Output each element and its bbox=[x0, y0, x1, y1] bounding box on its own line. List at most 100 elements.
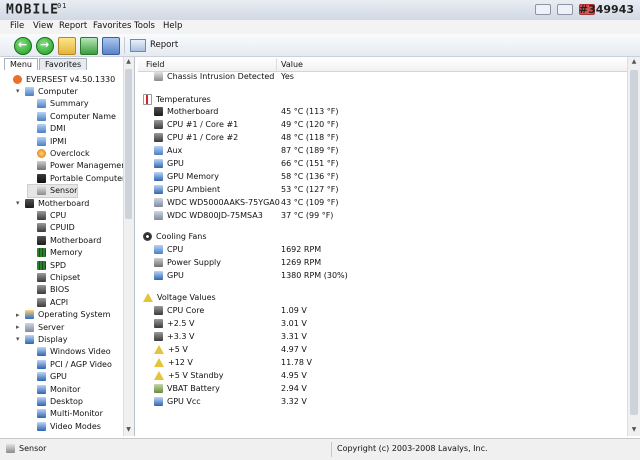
expand-toggle-icon[interactable]: ▾ bbox=[16, 87, 25, 95]
forward-icon[interactable] bbox=[36, 37, 54, 55]
tree-item[interactable]: ACPI bbox=[28, 296, 68, 308]
scroll-down-icon[interactable]: ▼ bbox=[630, 426, 638, 433]
up-folder-icon[interactable] bbox=[58, 37, 76, 55]
column-divider[interactable] bbox=[276, 58, 277, 71]
scroll-up-icon[interactable]: ▲ bbox=[125, 58, 132, 66]
back-icon[interactable] bbox=[14, 37, 32, 55]
tree-item[interactable]: Sensor bbox=[26, 183, 79, 198]
field-cell: Temperatures bbox=[143, 93, 211, 105]
tree-item[interactable]: PCI / AGP Video bbox=[28, 358, 112, 370]
field-cell: +2.5 V bbox=[154, 318, 194, 328]
tree-item[interactable]: CPUID bbox=[28, 222, 75, 234]
tree-item[interactable]: Overclock bbox=[28, 147, 90, 159]
tab-menu[interactable]: Menu bbox=[4, 58, 38, 70]
table-row[interactable]: +12 V 11.78 V bbox=[138, 357, 627, 370]
tree-item[interactable]: DMI bbox=[28, 123, 65, 135]
tree-item[interactable]: ▸ Server bbox=[16, 321, 64, 333]
tree-item[interactable]: BIOS bbox=[28, 284, 69, 296]
tree-item[interactable]: Chipset bbox=[28, 271, 80, 283]
tree-item[interactable]: Motherboard bbox=[28, 234, 101, 246]
tree-item[interactable]: Monitor bbox=[28, 383, 80, 395]
menu-file[interactable]: File bbox=[10, 21, 24, 31]
table-row[interactable]: GPU 1380 RPM (30%) bbox=[138, 271, 627, 283]
tab-favorites[interactable]: Favorites bbox=[38, 58, 88, 70]
table-row[interactable]: Chassis Intrusion Detected Yes bbox=[138, 72, 627, 84]
value-cell: 1.09 V bbox=[281, 305, 307, 315]
tree-item[interactable]: ▾ Motherboard bbox=[16, 197, 89, 209]
chip-icon bbox=[154, 119, 163, 129]
thermometer-icon bbox=[143, 93, 152, 105]
table-row[interactable]: +2.5 V 3.01 V bbox=[138, 318, 627, 331]
table-row[interactable]: Motherboard 45 °C (113 °F) bbox=[138, 106, 627, 119]
section-header[interactable]: Temperatures bbox=[138, 93, 627, 106]
tree-item[interactable]: Power Management bbox=[28, 160, 129, 172]
flame-icon bbox=[37, 148, 46, 158]
table-row[interactable]: +5 V 4.97 V bbox=[138, 344, 627, 357]
column-field-header[interactable]: Field bbox=[146, 60, 164, 69]
maximize-icon[interactable] bbox=[557, 4, 573, 15]
column-value-header[interactable]: Value bbox=[281, 60, 303, 69]
expand-toggle-icon[interactable]: ▾ bbox=[16, 335, 25, 343]
tree-item[interactable]: Windows Video bbox=[28, 346, 111, 358]
tree-item-label: Memory bbox=[50, 248, 83, 258]
menu-report[interactable]: Report bbox=[59, 21, 87, 31]
tree-item[interactable]: ▸ Operating System bbox=[16, 309, 110, 321]
warning-icon bbox=[154, 344, 164, 354]
menu-tools[interactable]: Tools bbox=[134, 21, 155, 31]
table-row[interactable]: CPU #1 / Core #2 48 °C (118 °F) bbox=[138, 132, 627, 145]
tree-item[interactable]: Video Modes bbox=[28, 420, 101, 432]
table-row[interactable]: VBAT Battery 2.94 V bbox=[138, 383, 627, 396]
menu-help[interactable]: Help bbox=[163, 21, 182, 31]
field-cell: GPU Vcc bbox=[154, 396, 201, 406]
right-scroll-thumb[interactable] bbox=[630, 70, 638, 415]
value-cell: 48 °C (118 °F) bbox=[281, 132, 339, 142]
table-row[interactable]: CPU #1 / Core #1 49 °C (120 °F) bbox=[138, 119, 627, 132]
expand-toggle-icon[interactable]: ▸ bbox=[16, 323, 25, 331]
table-row[interactable]: GPU 66 °C (151 °F) bbox=[138, 158, 627, 171]
tree-item[interactable]: GPU bbox=[28, 371, 67, 383]
tree-item[interactable]: Desktop bbox=[28, 395, 83, 407]
field-label: +5 V Standby bbox=[168, 370, 224, 380]
table-row[interactable]: +5 V Standby 4.95 V bbox=[138, 370, 627, 383]
menu-favorites[interactable]: Favorites bbox=[93, 21, 131, 31]
table-row[interactable]: GPU Vcc 3.32 V bbox=[138, 396, 627, 409]
field-label: Aux bbox=[167, 145, 183, 155]
expand-toggle-icon[interactable]: ▸ bbox=[16, 311, 25, 319]
tree-item[interactable]: EVERSEST v4.50.1330 bbox=[4, 73, 115, 85]
menu-view[interactable]: View bbox=[33, 21, 53, 31]
display-icon bbox=[37, 421, 46, 431]
tree-item[interactable]: SPD bbox=[28, 259, 66, 271]
table-row[interactable]: CPU Core 1.09 V bbox=[138, 305, 627, 318]
table-row[interactable]: WDC WD800JD-75MSA3 37 °C (99 °F) bbox=[138, 210, 627, 223]
scroll-up-icon[interactable]: ▲ bbox=[630, 58, 638, 65]
table-row[interactable]: GPU Memory 58 °C (136 °F) bbox=[138, 171, 627, 184]
table-row[interactable]: WDC WD5000AAKS-75YGA0 43 °C (109 °F) bbox=[138, 197, 627, 210]
table-row[interactable]: GPU Ambient 53 °C (127 °F) bbox=[138, 184, 627, 197]
section-header[interactable]: Cooling Fans bbox=[138, 232, 627, 244]
tree-item[interactable]: ▾ Computer bbox=[16, 85, 78, 97]
minimize-icon[interactable] bbox=[535, 4, 551, 15]
table-row[interactable]: +3.3 V 3.31 V bbox=[138, 331, 627, 344]
tree-item-label: Multi-Monitor bbox=[50, 409, 103, 419]
motherboard-icon bbox=[154, 106, 163, 116]
users-icon[interactable] bbox=[102, 37, 120, 55]
tree-item[interactable]: ▾ Display bbox=[16, 333, 68, 345]
right-scrollbar[interactable]: ▲ ▼ bbox=[627, 57, 640, 436]
tree-item[interactable]: Computer Name bbox=[28, 110, 116, 122]
tree-item[interactable]: Portable Computer bbox=[28, 172, 125, 184]
tree-item[interactable]: Summary bbox=[28, 98, 89, 110]
tree-item[interactable]: CPU bbox=[28, 209, 66, 221]
report-button[interactable]: Report bbox=[130, 37, 178, 53]
left-scroll-thumb[interactable] bbox=[125, 69, 132, 219]
expand-toggle-icon[interactable]: ▾ bbox=[16, 199, 25, 207]
scroll-down-icon[interactable]: ▼ bbox=[125, 426, 132, 434]
left-scrollbar[interactable]: ▲ ▼ bbox=[123, 57, 134, 436]
tree-item[interactable]: IPMI bbox=[28, 135, 66, 147]
section-header[interactable]: Voltage Values bbox=[138, 292, 627, 305]
tree-item[interactable]: Multi-Monitor bbox=[28, 408, 103, 420]
table-row[interactable]: Power Supply 1269 RPM bbox=[138, 258, 627, 270]
table-row[interactable]: Aux 87 °C (189 °F) bbox=[138, 145, 627, 158]
refresh-icon[interactable] bbox=[80, 37, 98, 55]
tree-item[interactable]: Memory bbox=[28, 247, 83, 259]
table-row[interactable]: CPU 1692 RPM bbox=[138, 245, 627, 257]
